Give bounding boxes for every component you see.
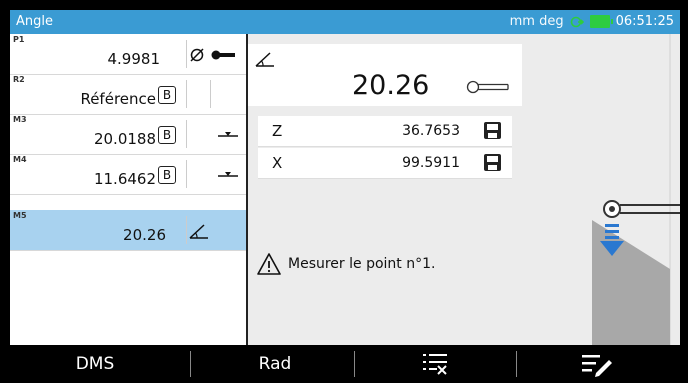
badge-b: B — [158, 166, 176, 184]
battery-icon — [589, 15, 613, 28]
rad-button[interactable]: Rad — [200, 345, 350, 383]
plane-icon — [218, 172, 238, 177]
rad-label: Rad — [258, 354, 292, 374]
divider — [186, 120, 187, 148]
dms-button[interactable]: DMS — [20, 345, 170, 383]
main-display: 20.26 — [248, 44, 522, 106]
clock: 06:51:25 — [615, 14, 674, 29]
axis-label: Z — [272, 122, 283, 140]
divider — [354, 351, 355, 377]
list-item-r2[interactable]: R2 Référence B — [10, 74, 246, 115]
axis-label: X — [272, 154, 283, 172]
list-item-m3[interactable]: M3 20.0188 B — [10, 114, 246, 155]
list-item-m5-selected[interactable]: M5 20.26 — [10, 210, 246, 251]
dms-label: DMS — [75, 354, 115, 374]
row-tag: M4 — [13, 155, 27, 164]
probe-tip-icon — [466, 80, 509, 94]
clear-list-button[interactable] — [360, 345, 510, 383]
list-item-m4[interactable]: M4 11.6462 B — [10, 154, 246, 195]
plane-icon — [218, 132, 238, 137]
row-value: 20.0188 — [93, 130, 156, 148]
row-tag: M3 — [13, 115, 27, 124]
row-tag: P1 — [13, 35, 25, 44]
device-frame: Angle mm deg 06:51:25 P1 4.9981 R2 Référ… — [0, 0, 688, 383]
main-value: 20.26 — [352, 70, 430, 101]
message-text: Mesurer le point n°1. — [288, 256, 436, 272]
badge-b: B — [158, 86, 176, 104]
title-bar: Angle mm deg 06:51:25 — [10, 10, 680, 34]
save-icon[interactable] — [483, 153, 502, 172]
axis-row-x: X 99.5911 — [258, 148, 512, 179]
divider — [186, 160, 187, 188]
divider — [210, 80, 211, 108]
axis-value: 36.7653 — [402, 123, 460, 139]
memory-list: P1 4.9981 R2 Référence B M3 20.0188 B M4… — [10, 34, 248, 345]
divider — [516, 351, 517, 377]
row-tag: M5 — [13, 211, 27, 220]
app-title: Angle — [16, 14, 53, 29]
units-label: mm deg — [509, 14, 564, 29]
angle-icon — [189, 224, 208, 239]
measurement-panel: 20.26 Z 36.7653 X 99.5911 Mesurer le poi… — [248, 34, 680, 345]
screen: Angle mm deg 06:51:25 P1 4.9981 R2 Référ… — [10, 10, 680, 345]
status-area: mm deg 06:51:25 — [510, 14, 674, 29]
save-icon[interactable] — [483, 121, 502, 140]
instruction-message: Mesurer le point n°1. — [256, 252, 435, 276]
row-value: Référence — [80, 90, 156, 108]
divider — [190, 351, 191, 377]
divider — [186, 40, 187, 68]
list-item-p1[interactable]: P1 4.9981 — [10, 34, 246, 75]
divider — [186, 80, 187, 108]
list-edit-icon — [582, 355, 612, 377]
list-delete-icon — [423, 354, 447, 375]
warning-icon — [257, 253, 281, 275]
badge-b: B — [158, 126, 176, 144]
diameter-icon — [190, 48, 204, 62]
row-value: 4.9981 — [107, 50, 161, 68]
row-tag: R2 — [13, 75, 25, 84]
axis-value: 99.5911 — [402, 155, 460, 171]
edit-list-button[interactable] — [522, 345, 672, 383]
row-value: 20.26 — [123, 226, 166, 244]
softkey-bar: DMS Rad — [0, 345, 688, 383]
row-value: 11.6462 — [93, 170, 156, 188]
divider — [186, 216, 187, 244]
signal-icon — [570, 16, 584, 27]
probe-workpiece-graphic — [580, 34, 680, 345]
axis-row-z: Z 36.7653 — [258, 116, 512, 147]
probe-icon — [211, 50, 235, 60]
angle-icon — [255, 52, 274, 67]
